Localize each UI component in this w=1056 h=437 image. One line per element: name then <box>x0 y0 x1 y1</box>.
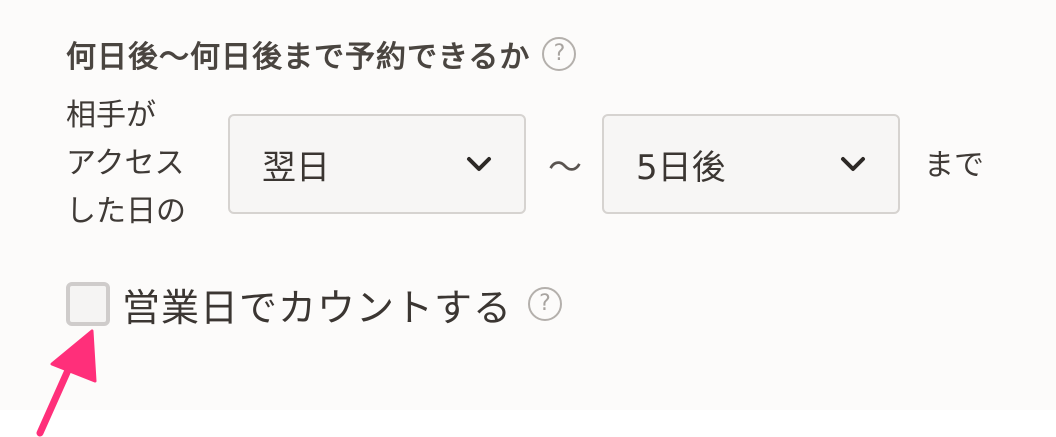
help-circle-icon[interactable]: ? <box>528 287 563 321</box>
section-title: 何日後〜何日後まで予約できるか <box>66 40 531 75</box>
help-circle-icon[interactable]: ? <box>542 37 577 71</box>
chevron-down-icon <box>841 157 865 171</box>
section-heading: 何日後〜何日後まで予約できるか ? <box>66 30 577 78</box>
business-days-checkbox[interactable] <box>66 282 110 326</box>
range-separator: 〜 <box>548 148 582 188</box>
range-base-label-line-1: 相手が <box>66 98 156 133</box>
range-to-value: 5日後 <box>636 147 726 188</box>
booking-range-panel: 何日後〜何日後まで予約できるか ? 相手が アクセス した日の 翌日 〜 5日後… <box>0 0 1056 410</box>
range-base-label-line-2: アクセス <box>66 146 185 181</box>
range-to-select[interactable]: 5日後 <box>602 114 900 214</box>
business-days-label[interactable]: 営業日でカウントする <box>122 277 512 332</box>
range-base-label-line-3: した日の <box>66 194 186 229</box>
business-days-option: 営業日でカウントする ? <box>66 277 563 332</box>
chevron-down-icon <box>467 157 491 171</box>
range-from-select[interactable]: 翌日 <box>228 114 526 214</box>
range-suffix: まで <box>924 148 984 183</box>
range-from-value: 翌日 <box>262 147 330 188</box>
range-base-label: 相手が アクセス した日の <box>66 92 216 236</box>
